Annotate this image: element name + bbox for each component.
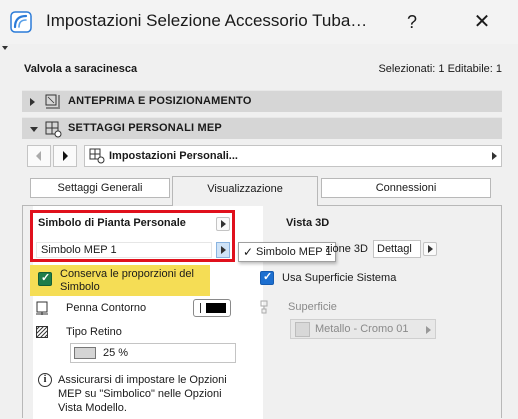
app-icon: [10, 11, 32, 33]
keep-proportions-label: Conserva le proporzioni del Simbolo: [60, 268, 194, 293]
mep-settings-icon: [45, 121, 62, 138]
tab-general-settings[interactable]: Settaggi Generali: [30, 178, 170, 198]
surface-label: Superficie: [288, 301, 337, 313]
checkmark-icon: ✓: [243, 245, 254, 259]
tab-bar: Settaggi Generali Visualizzazione Connes…: [22, 176, 502, 206]
section-label: ANTEPRIMA E POSIZIONAMENTO: [68, 95, 252, 107]
highlight-box: [30, 210, 235, 262]
tab-connections[interactable]: Connessioni: [321, 178, 491, 198]
material-select: Metallo - Cromo 01: [290, 319, 436, 339]
object-name: Valvola a saracinesca: [24, 63, 138, 75]
title-bar: Impostazioni Selezione Accessorio Tuba… …: [0, 0, 518, 44]
settings-selector[interactable]: Impostazioni Personali...: [84, 145, 502, 167]
preview-positioning-icon: [45, 94, 60, 109]
pen-contour-label: Penna Contorno: [66, 302, 147, 314]
next-button[interactable]: [53, 145, 77, 167]
fill-type-label: Tipo Retino: [66, 326, 122, 338]
view-3d-row-label: Visualizzazione 3D: [326, 243, 368, 255]
surface-paint-icon: [260, 300, 268, 314]
view-3d-title: Vista 3D: [286, 217, 330, 229]
chevron-right-icon: [63, 151, 68, 161]
fill-type-value: 25 %: [103, 347, 129, 359]
section-mep-settings[interactable]: SETTAGGI PERSONALI MEP: [22, 117, 502, 139]
material-swatch: [295, 322, 310, 337]
checkmark-icon: ✓: [263, 271, 273, 283]
previous-button[interactable]: [27, 145, 51, 167]
material-value: Metallo - Cromo 01: [315, 323, 409, 335]
view-3d-select[interactable]: Dettagl: [373, 240, 421, 258]
settings-grid-icon: [89, 148, 105, 164]
window-title: Impostazioni Selezione Accessorio Tuba…: [46, 11, 368, 30]
close-button[interactable]: ✕: [464, 8, 500, 36]
use-system-surface-label: Usa Superficie Sistema: [282, 272, 397, 284]
settings-selector-label: Impostazioni Personali...: [109, 150, 238, 162]
fill-pattern-swatch: [74, 347, 96, 359]
view-3d-row-text: Visualizzazione 3D: [326, 243, 368, 255]
info-icon: i: [38, 373, 52, 387]
symbol-popup-menu: ✓ Simbolo MEP 1: [238, 242, 336, 262]
section-preview-positioning[interactable]: ANTEPRIMA E POSIZIONAMENTO: [22, 90, 502, 112]
view-3d-options-button[interactable]: [423, 242, 437, 256]
tab-visualization[interactable]: Visualizzazione: [172, 176, 318, 206]
section-label: SETTAGGI PERSONALI MEP: [68, 122, 222, 134]
chevron-right-icon: [426, 326, 431, 334]
pen-color-swatch: [206, 303, 226, 313]
chevron-right-icon: [428, 245, 433, 253]
use-system-surface-checkbox[interactable]: ✓: [260, 271, 274, 285]
pen-contour-icon: [36, 301, 48, 315]
expand-arrow-icon: [30, 98, 35, 106]
popup-item-symbol-mep-1[interactable]: Simbolo MEP 1: [256, 246, 332, 258]
hatch-icon: [36, 326, 48, 338]
fill-type-select[interactable]: 25 %: [70, 343, 236, 363]
collapse-arrow-icon: [30, 127, 38, 132]
chevron-right-icon: [492, 152, 497, 160]
collapse-arrow-icon[interactable]: [2, 46, 8, 50]
chevron-left-icon: [36, 151, 41, 161]
pen-contour-picker[interactable]: [193, 299, 231, 317]
help-button[interactable]: ?: [398, 8, 426, 36]
pen-line-sample: [200, 303, 201, 313]
keep-proportions-checkbox[interactable]: ✓: [38, 272, 52, 286]
checkmark-icon: ✓: [41, 272, 51, 284]
info-text: Assicurarsi di impostare le Opzioni MEP …: [58, 374, 227, 414]
selection-info: Selezionati: 1 Editabile: 1: [378, 63, 502, 75]
